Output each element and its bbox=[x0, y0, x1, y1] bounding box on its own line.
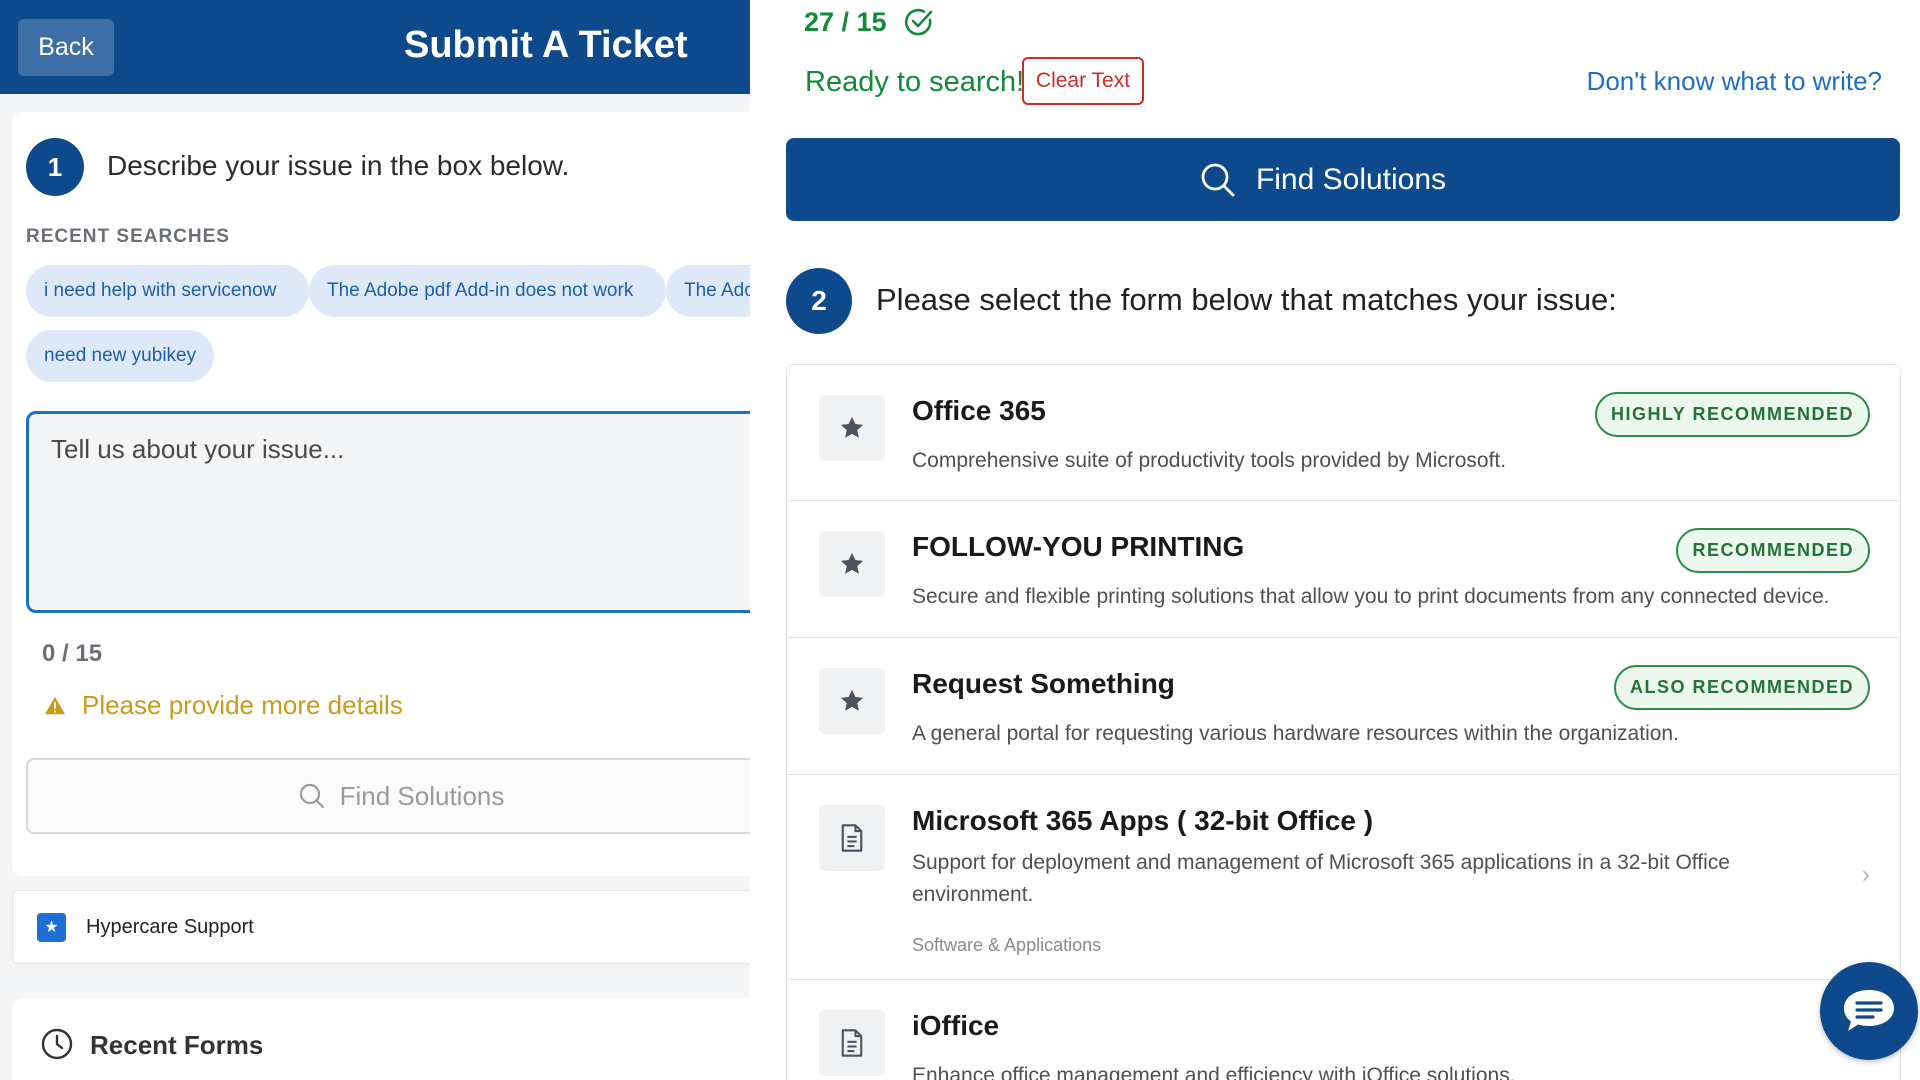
character-count-text: 27 / 15 bbox=[804, 6, 887, 37]
form-description: Support for deployment and management of… bbox=[912, 851, 1730, 906]
form-item-microsoft-365-apps[interactable]: Microsoft 365 Apps ( 32-bit Office ) Sup… bbox=[787, 775, 1900, 980]
warning-icon bbox=[44, 696, 66, 714]
chevron-right-icon: › bbox=[1862, 861, 1870, 888]
recent-search-chip[interactable]: need new yubikey bbox=[26, 330, 214, 382]
recent-forms-section: Recent Forms bbox=[12, 998, 750, 1080]
search-icon bbox=[299, 783, 324, 809]
clear-text-button[interactable]: Clear Text bbox=[1022, 57, 1144, 105]
step-2-instruction: Please select the form below that matche… bbox=[876, 282, 1617, 317]
recent-searches-label: RECENT SEARCHES bbox=[26, 226, 230, 247]
issue-textarea-wrapper bbox=[26, 411, 750, 613]
form-title: Office 365 bbox=[912, 395, 1046, 426]
form-description: A general portal for requesting various … bbox=[912, 722, 1679, 745]
form-item-request-something[interactable]: Request Something A general portal for r… bbox=[787, 638, 1900, 775]
form-category: Software & Applications bbox=[912, 935, 1102, 955]
form-title: iOffice bbox=[912, 1010, 1000, 1041]
forms-list: Office 365 Comprehensive suite of produc… bbox=[786, 364, 1901, 1080]
back-button[interactable]: Back bbox=[18, 19, 114, 76]
ready-status: Ready to search! bbox=[805, 66, 1025, 98]
form-description: Secure and flexible printing solutions t… bbox=[912, 585, 1830, 608]
character-count: 0 / 15 bbox=[42, 640, 103, 667]
form-item-ioffice[interactable]: iOffice Enhance office management and ef… bbox=[787, 980, 1900, 1080]
left-pane: Back Submit A Ticket 1 Describe your iss… bbox=[0, 0, 750, 1080]
form-title: FOLLOW-YOU PRINTING bbox=[912, 531, 1245, 562]
search-icon bbox=[1201, 163, 1235, 196]
find-solutions-label: Find Solutions bbox=[339, 780, 505, 811]
issue-textarea[interactable] bbox=[29, 414, 750, 610]
page-title: Submit A Ticket bbox=[404, 24, 688, 66]
check-circle-icon bbox=[904, 8, 932, 36]
recent-forms-title: Recent Forms bbox=[90, 1030, 264, 1060]
recent-search-chip[interactable]: The Adobe pdf Add-in does not work bbox=[309, 265, 666, 317]
form-description: Comprehensive suite of productivity tool… bbox=[912, 449, 1507, 472]
recent-search-chip[interactable]: The Adobe bbox=[666, 265, 750, 317]
recent-search-chip[interactable]: i need help with servicenow bbox=[26, 265, 309, 317]
star-icon bbox=[819, 668, 885, 734]
find-solutions-button[interactable]: Find Solutions bbox=[786, 138, 1900, 221]
clock-icon bbox=[41, 1028, 73, 1060]
top-bar: Back Submit A Ticket bbox=[0, 0, 750, 94]
writing-help-link[interactable]: Don't know what to write? bbox=[1587, 66, 1882, 97]
document-icon bbox=[819, 805, 885, 871]
form-item-office-365[interactable]: Office 365 Comprehensive suite of produc… bbox=[787, 365, 1900, 501]
find-solutions-label: Find Solutions bbox=[1255, 162, 1447, 196]
step-1-badge: 1 bbox=[26, 138, 84, 196]
chat-button[interactable] bbox=[1820, 962, 1918, 1060]
star-icon bbox=[819, 395, 885, 461]
star-icon: ★ bbox=[37, 912, 66, 942]
chat-bubble-icon bbox=[1844, 990, 1894, 1031]
right-pane: 27 / 15 Ready to search! Clear Text Don'… bbox=[750, 0, 1920, 1080]
form-description: Enhance office management and efficiency… bbox=[912, 1064, 1516, 1080]
form-title: Request Something bbox=[912, 668, 1175, 699]
form-item-follow-you-printing[interactable]: FOLLOW-YOU PRINTING Secure and flexible … bbox=[787, 501, 1900, 638]
hypercare-label: Hypercare Support bbox=[86, 915, 254, 938]
recommendation-badge: HIGHLY RECOMMENDED bbox=[1594, 392, 1870, 437]
document-icon bbox=[819, 1010, 885, 1076]
hypercare-support-item[interactable]: ★ Hypercare Support bbox=[12, 890, 750, 964]
describe-issue-card: 1 Describe your issue in the box below. … bbox=[12, 112, 750, 876]
details-warning: Please provide more details bbox=[44, 690, 403, 721]
character-count-valid: 27 / 15 bbox=[804, 6, 935, 38]
star-icon bbox=[819, 531, 885, 597]
form-title: Microsoft 365 Apps ( 32-bit Office ) bbox=[912, 805, 1374, 836]
find-solutions-button-disabled[interactable]: Find Solutions bbox=[26, 758, 750, 834]
step-1-instruction: Describe your issue in the box below. bbox=[107, 150, 570, 181]
warning-text: Please provide more details bbox=[82, 690, 403, 720]
step-2-badge: 2 bbox=[786, 268, 852, 334]
recommendation-badge: RECOMMENDED bbox=[1676, 528, 1870, 573]
recommendation-badge: ALSO RECOMMENDED bbox=[1613, 665, 1870, 710]
